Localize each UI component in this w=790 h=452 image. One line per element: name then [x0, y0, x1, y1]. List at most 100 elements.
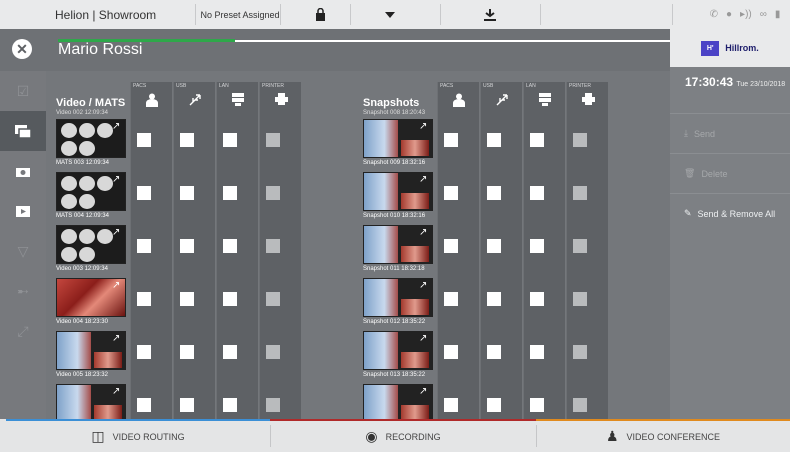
video-thumbnail[interactable]: ↗ — [56, 278, 126, 317]
video-checkbox-pacs[interactable] — [137, 133, 151, 147]
close-button[interactable]: ✕ — [12, 39, 32, 59]
video-checkbox-usb[interactable] — [180, 292, 194, 306]
snapshot-thumbnail[interactable]: ↗ — [363, 384, 433, 419]
snapshot-dest-header-lan[interactable]: LAN — [523, 82, 565, 112]
snapshot-checkbox-lan[interactable] — [530, 133, 544, 147]
open-arrow-icon: ↗ — [419, 121, 428, 132]
nav-expand[interactable]: ⤢ — [0, 311, 46, 351]
thumb-detail — [79, 247, 95, 262]
video-dest-header-usb[interactable]: USB — [173, 82, 215, 112]
video-thumbnail[interactable]: ↗ — [56, 119, 126, 158]
snapshot-checkbox-pacs[interactable] — [444, 345, 458, 359]
snapshot-checkbox-usb[interactable] — [487, 292, 501, 306]
nav-camera[interactable] — [0, 151, 46, 191]
snapshot-checkbox-lan[interactable] — [530, 398, 544, 412]
video-thumbnail[interactable]: ↗ — [56, 225, 126, 264]
delete-button[interactable]: 🗑 Delete — [670, 153, 790, 193]
snapshot-checkbox-usb[interactable] — [487, 239, 501, 253]
thumb-detail — [79, 123, 95, 138]
snapshot-dest-header-printer[interactable]: PRINTER — [566, 82, 608, 112]
thumb-detail — [79, 141, 95, 156]
send-remove-all-button[interactable]: ✎ Send & Remove All — [670, 193, 790, 233]
video-checkbox-usb[interactable] — [180, 398, 194, 412]
share-icon[interactable] — [470, 0, 510, 29]
tab-video-conference[interactable]: ♟ VIDEO CONFERENCE — [536, 421, 790, 452]
dest-label: PACS — [440, 83, 454, 89]
video-dest-header-lan[interactable]: LAN — [216, 82, 258, 112]
send-label: Send — [693, 128, 716, 139]
snapshot-checkbox-pacs[interactable] — [444, 239, 458, 253]
video-checkbox-usb[interactable] — [180, 239, 194, 253]
snapshot-checkbox-usb[interactable] — [487, 186, 501, 200]
video-caption: MATS 004 12:09:34 — [56, 213, 109, 219]
thumb-detail — [97, 176, 113, 191]
nav-media-archive[interactable] — [0, 111, 46, 151]
app-root: Helion | Showroom No Preset Assigned ✆ ●… — [0, 0, 790, 452]
nav-pointer[interactable]: ➸ — [0, 271, 46, 311]
send-button[interactable]: ⤓ Send — [670, 113, 790, 153]
lock-icon[interactable] — [300, 0, 340, 29]
left-nav: ☑ ▽ ➸ ⤢ — [0, 71, 46, 419]
snapshot-dest-header-usb[interactable]: USB — [480, 82, 522, 112]
snapshot-caption: Snapshot 011 18:32:18 — [363, 266, 425, 272]
wireless-icon: ▸)) — [740, 9, 752, 20]
snapshot-checkbox-printer — [573, 239, 587, 253]
chevron-down-icon[interactable] — [370, 0, 410, 29]
video-checkbox-lan[interactable] — [223, 186, 237, 200]
video-checkbox-pacs[interactable] — [137, 292, 151, 306]
thumb-detail — [79, 229, 95, 244]
snapshot-checkbox-pacs[interactable] — [444, 133, 458, 147]
divider — [440, 4, 441, 25]
preset-label[interactable]: No Preset Assigned — [200, 0, 280, 29]
tab-recording[interactable]: ◉ RECORDING — [270, 421, 536, 452]
nav-video[interactable] — [0, 191, 46, 231]
videos-top-caption: Video 002 12:09:34 — [56, 110, 108, 116]
video-checkbox-usb[interactable] — [180, 345, 194, 359]
snapshot-dest-header-pacs[interactable]: PACS — [437, 82, 479, 112]
video-checkbox-usb[interactable] — [180, 186, 194, 200]
videos-title-text: Video / MATS — [56, 97, 126, 109]
nav-checklist[interactable]: ☑ — [0, 71, 46, 111]
snapshot-thumbnail[interactable]: ↗ — [363, 172, 433, 211]
gallery-icon — [15, 124, 31, 138]
divider — [672, 4, 673, 25]
snapshot-checkbox-pacs[interactable] — [444, 186, 458, 200]
snapshot-checkbox-lan[interactable] — [530, 239, 544, 253]
snapshot-checkbox-usb[interactable] — [487, 398, 501, 412]
snapshot-checkbox-lan[interactable] — [530, 345, 544, 359]
nav-filter[interactable]: ▽ — [0, 231, 46, 271]
video-checkbox-pacs[interactable] — [137, 186, 151, 200]
video-checkbox-pacs[interactable] — [137, 239, 151, 253]
video-checkbox-lan[interactable] — [223, 239, 237, 253]
status-icons: ✆ ● ▸)) ∞ ▮ — [700, 0, 790, 29]
video-checkbox-pacs[interactable] — [137, 398, 151, 412]
snapshot-thumbnail[interactable]: ↗ — [363, 278, 433, 317]
tab-video-routing[interactable]: ◫ VIDEO ROUTING — [6, 421, 270, 452]
snapshot-caption: Snapshot 012 18:35:22 — [363, 319, 426, 325]
snapshot-checkbox-lan[interactable] — [530, 292, 544, 306]
divider — [195, 4, 196, 25]
video-checkbox-lan[interactable] — [223, 133, 237, 147]
video-checkbox-printer — [266, 133, 280, 147]
video-thumbnail[interactable]: ↗ — [56, 384, 126, 419]
bottle-icon: ▮ — [774, 9, 781, 20]
open-arrow-icon: ↗ — [112, 227, 121, 238]
video-thumbnail[interactable]: ↗ — [56, 172, 126, 211]
video-thumbnail[interactable]: ↗ — [56, 331, 126, 370]
video-checkbox-lan[interactable] — [223, 345, 237, 359]
snapshot-thumbnail[interactable]: ↗ — [363, 225, 433, 264]
snapshot-checkbox-usb[interactable] — [487, 133, 501, 147]
video-checkbox-pacs[interactable] — [137, 345, 151, 359]
snapshot-checkbox-usb[interactable] — [487, 345, 501, 359]
snapshot-checkbox-lan[interactable] — [530, 186, 544, 200]
usb-icon — [495, 93, 509, 109]
video-dest-header-printer[interactable]: PRINTER — [259, 82, 301, 112]
video-dest-header-pacs[interactable]: PACS — [130, 82, 172, 112]
snapshot-checkbox-pacs[interactable] — [444, 398, 458, 412]
snapshot-thumbnail[interactable]: ↗ — [363, 331, 433, 370]
snapshot-thumbnail[interactable]: ↗ — [363, 119, 433, 158]
video-checkbox-lan[interactable] — [223, 292, 237, 306]
video-checkbox-lan[interactable] — [223, 398, 237, 412]
snapshot-checkbox-pacs[interactable] — [444, 292, 458, 306]
video-checkbox-usb[interactable] — [180, 133, 194, 147]
